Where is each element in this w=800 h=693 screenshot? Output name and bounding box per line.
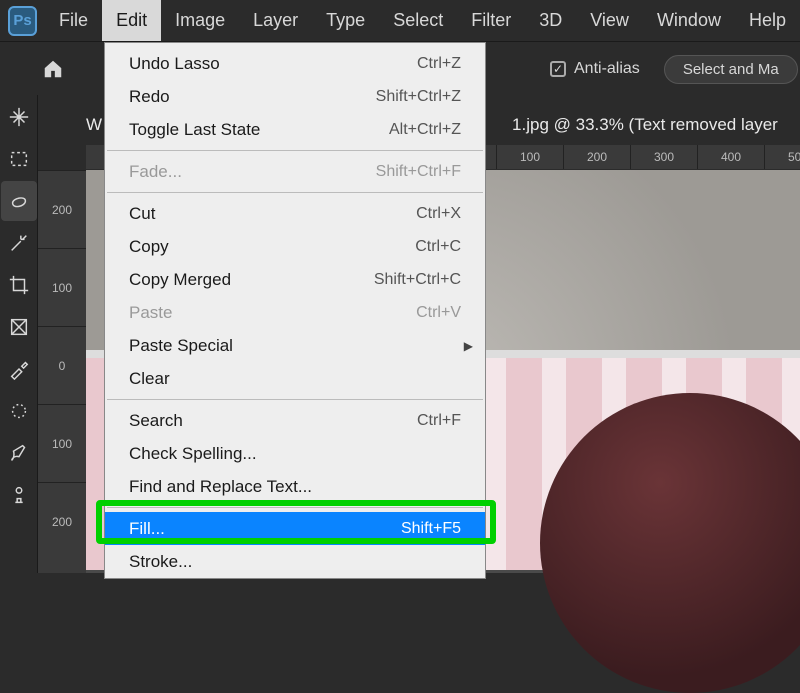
edit-menu-item-redo[interactable]: RedoShift+Ctrl+Z bbox=[105, 80, 485, 113]
wand-tool[interactable] bbox=[1, 223, 37, 263]
edit-menu-item-undo-lasso[interactable]: Undo LassoCtrl+Z bbox=[105, 47, 485, 80]
stamp-tool[interactable] bbox=[1, 475, 37, 515]
edit-menu-item-check-spelling[interactable]: Check Spelling... bbox=[105, 437, 485, 470]
menu-window[interactable]: Window bbox=[643, 0, 735, 41]
menu-separator bbox=[107, 507, 483, 508]
menu-help[interactable]: Help bbox=[735, 0, 800, 41]
menu-layer[interactable]: Layer bbox=[239, 0, 312, 41]
edit-menu-item-paste: PasteCtrl+V bbox=[105, 296, 485, 329]
crop-tool[interactable] bbox=[1, 265, 37, 305]
edit-menu-item-copy-merged[interactable]: Copy MergedShift+Ctrl+C bbox=[105, 263, 485, 296]
frame-tool[interactable] bbox=[1, 307, 37, 347]
menu-view[interactable]: View bbox=[576, 0, 643, 41]
edit-menu-item-cut[interactable]: CutCtrl+X bbox=[105, 197, 485, 230]
edit-menu-item-fade: Fade...Shift+Ctrl+F bbox=[105, 155, 485, 188]
vruler-tick: 100 bbox=[38, 404, 86, 482]
menu-separator bbox=[107, 150, 483, 151]
marquee-tool[interactable] bbox=[1, 139, 37, 179]
ruler-tick: 200 bbox=[563, 145, 630, 169]
menu-edit[interactable]: Edit bbox=[102, 0, 161, 41]
menu-select[interactable]: Select bbox=[379, 0, 457, 41]
edit-menu-item-copy[interactable]: CopyCtrl+C bbox=[105, 230, 485, 263]
menu-filter[interactable]: Filter bbox=[457, 0, 525, 41]
select-and-mask-button[interactable]: Select and Ma bbox=[664, 55, 798, 84]
patch-tool[interactable] bbox=[1, 391, 37, 431]
edit-menu-item-search[interactable]: SearchCtrl+F bbox=[105, 404, 485, 437]
app-logo: Ps bbox=[8, 6, 37, 36]
menu-image[interactable]: Image bbox=[161, 0, 239, 41]
edit-menu-item-find-and-replace-text[interactable]: Find and Replace Text... bbox=[105, 470, 485, 503]
menu-type[interactable]: Type bbox=[312, 0, 379, 41]
menu-3d[interactable]: 3D bbox=[525, 0, 576, 41]
tools-panel bbox=[0, 95, 38, 573]
menu-separator bbox=[107, 192, 483, 193]
menu-separator bbox=[107, 399, 483, 400]
home-icon[interactable] bbox=[40, 56, 66, 82]
edit-menu-item-toggle-last-state[interactable]: Toggle Last StateAlt+Ctrl+Z bbox=[105, 113, 485, 146]
edit-menu-dropdown: Undo LassoCtrl+ZRedoShift+Ctrl+ZToggle L… bbox=[104, 42, 486, 579]
vruler-tick: 200 bbox=[38, 482, 86, 560]
vertical-ruler: 2001000100200 bbox=[38, 170, 86, 573]
antialias-label: Anti-alias bbox=[574, 60, 640, 78]
edit-menu-item-paste-special[interactable]: Paste Special▶ bbox=[105, 329, 485, 362]
vruler-tick: 100 bbox=[38, 248, 86, 326]
ruler-tick: 500 bbox=[764, 145, 800, 169]
submenu-arrow-icon: ▶ bbox=[464, 339, 473, 353]
vruler-tick: 200 bbox=[38, 170, 86, 248]
edit-menu-item-stroke[interactable]: Stroke... bbox=[105, 545, 485, 578]
vruler-tick: 0 bbox=[38, 326, 86, 404]
ruler-tick: 400 bbox=[697, 145, 764, 169]
ruler-tick: 100 bbox=[496, 145, 563, 169]
ruler-tick: 300 bbox=[630, 145, 697, 169]
antialias-checkbox[interactable]: ✓ bbox=[550, 61, 566, 77]
menubar: Ps FileEditImageLayerTypeSelectFilter3DV… bbox=[0, 0, 800, 42]
edit-menu-item-fill[interactable]: Fill...Shift+F5 bbox=[105, 512, 485, 545]
eyedropper-tool[interactable] bbox=[1, 349, 37, 389]
brush-tool[interactable] bbox=[1, 433, 37, 473]
move-tool[interactable] bbox=[1, 97, 37, 137]
lasso-tool[interactable] bbox=[1, 181, 37, 221]
edit-menu-item-clear[interactable]: Clear bbox=[105, 362, 485, 395]
menu-file[interactable]: File bbox=[45, 0, 102, 41]
